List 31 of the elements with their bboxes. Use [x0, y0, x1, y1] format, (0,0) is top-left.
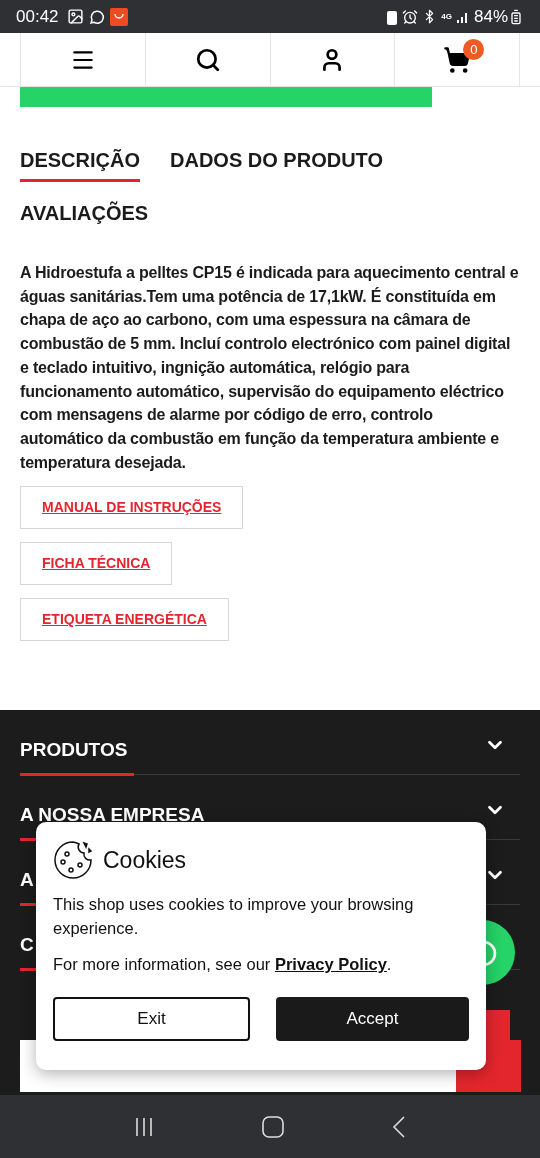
footer-section[interactable]: PRODUTOS [20, 710, 520, 775]
document-link[interactable]: MANUAL DE INSTRUÇÕES [20, 486, 244, 530]
tab[interactable]: DESCRIÇÃO [20, 145, 140, 182]
product-description: A Hidroestufa a pelltes CP15 é indicada para aquecimento central e águas sanitárias.Tem uma potência de 17,1kW. É constituída em chapa de aço ao carbono, com uma espessura na câmara de combustão de 5 mm. Incluí controlo electrónico com painel digital e teclado intuitivo, ingnição automática, relógio para funcionamento automático, supervisão do equipamento eléctrico com mensagens de alarme por código de erro, controlo automático da combustão em função da temperatura ambiente e temperatura desejada. [19, 263, 520, 473]
accept-button[interactable]: Accept [276, 996, 469, 1041]
home-icon[interactable] [262, 1115, 284, 1138]
dialog-title: Cookies [103, 845, 187, 875]
battery-saver-icon [386, 8, 399, 25]
menu-button[interactable] [20, 33, 146, 86]
network-type: 4G [441, 10, 452, 23]
back-icon[interactable] [392, 1115, 406, 1138]
clock: 00:42 [16, 5, 59, 28]
battery-icon [508, 8, 524, 25]
exit-button[interactable]: Exit [53, 996, 250, 1041]
alarm-icon [402, 8, 419, 25]
document-link[interactable]: FICHA TÉCNICA [20, 542, 173, 586]
document-link[interactable]: ETIQUETA ENERGÉTICA [20, 598, 229, 642]
privacy-notice: For more information, see our Privacy Policy. [53, 954, 393, 975]
cart-count: 0 [463, 39, 485, 60]
privacy-policy-link[interactable]: Privacy Policy [274, 955, 387, 973]
chat-icon [87, 7, 106, 26]
search-icon [194, 46, 221, 73]
cart-icon [443, 45, 472, 74]
tab[interactable]: DADOS DO PRODUTO [170, 145, 383, 182]
cookie-icon [53, 840, 93, 880]
shopping-bag-icon [109, 7, 128, 26]
tab[interactable]: AVALIAÇÕES [20, 198, 149, 235]
cookie-message: This shop uses cookies to improve your browsing experience. [53, 894, 415, 939]
recent-apps-icon[interactable] [134, 1116, 154, 1137]
gallery-icon [66, 8, 84, 25]
battery-level: 84% [473, 5, 508, 28]
